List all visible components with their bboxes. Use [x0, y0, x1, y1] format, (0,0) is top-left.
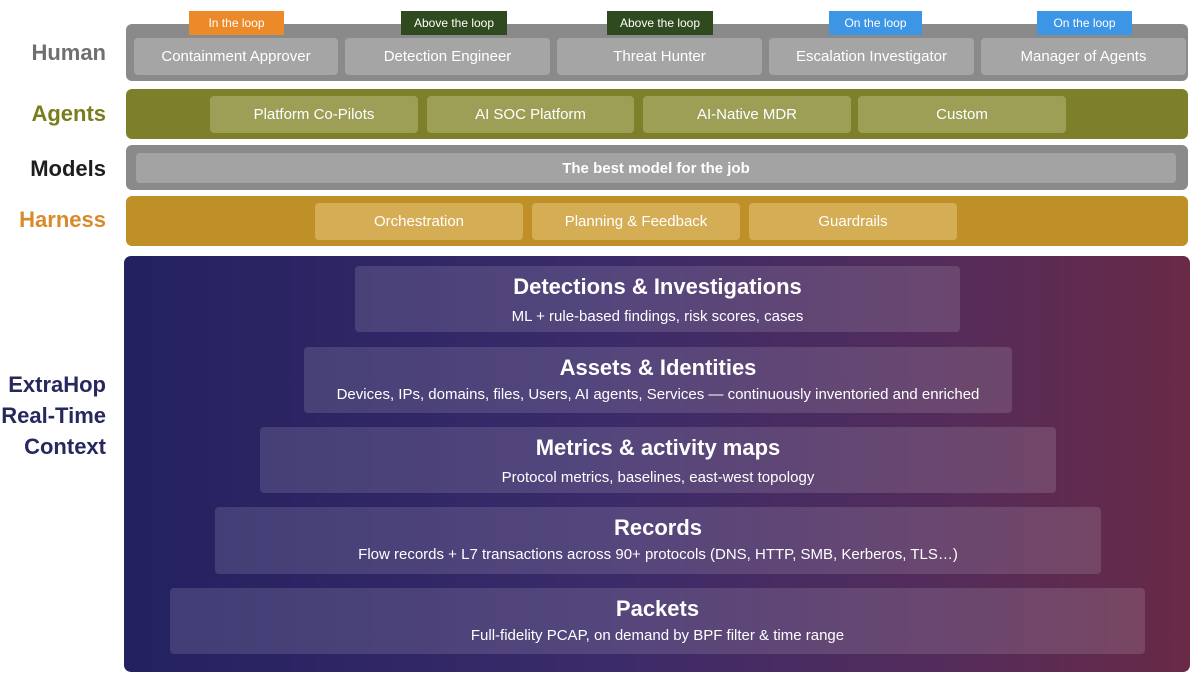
layer-subtitle: Devices, IPs, domains, files, Users, AI …	[336, 386, 980, 403]
context-layer-detections: Detections & Investigations ML + rule-ba…	[355, 266, 960, 332]
loop-tag: On the loop	[1037, 11, 1132, 35]
context-layer-metrics: Metrics & activity maps Protocol metrics…	[260, 427, 1056, 493]
human-role-chip: Escalation Investigator	[769, 38, 974, 75]
layer-title: Records	[613, 515, 703, 540]
agent-chip: Custom	[858, 96, 1066, 133]
context-row-label: ExtraHop Real-Time Context	[0, 369, 106, 462]
context-layer-records: Records Flow records + L7 transactions a…	[215, 507, 1101, 574]
loop-tag: In the loop	[189, 11, 284, 35]
layer-title: Assets & Identities	[559, 355, 757, 380]
agent-chip: AI SOC Platform	[427, 96, 634, 133]
layer-title: Metrics & activity maps	[535, 435, 781, 460]
agents-row-label: Agents	[31, 101, 106, 126]
context-label-line: ExtraHop	[8, 372, 106, 397]
human-role-chip: Threat Hunter	[557, 38, 762, 75]
context-layer-assets: Assets & Identities Devices, IPs, domain…	[304, 347, 1012, 413]
layer-title: Detections & Investigations	[513, 274, 802, 299]
human-role-chip: Containment Approver	[134, 38, 338, 75]
layer-subtitle: ML + rule-based findings, risk scores, c…	[511, 308, 804, 325]
human-row-label: Human	[31, 40, 106, 65]
harness-chip: Orchestration	[315, 203, 523, 240]
harness-chip: Planning & Feedback	[532, 203, 740, 240]
models-bar: The best model for the job	[136, 153, 1176, 183]
layer-title: Packets	[615, 596, 700, 621]
agent-chip: AI-Native MDR	[643, 96, 851, 133]
layer-subtitle: Protocol metrics, baselines, east-west t…	[501, 469, 815, 486]
loop-tag: Above the loop	[607, 11, 713, 35]
models-row-label: Models	[30, 156, 106, 181]
loop-tag: Above the loop	[401, 11, 507, 35]
loop-tag: On the loop	[829, 11, 922, 35]
agent-chip: Platform Co-Pilots	[210, 96, 418, 133]
layer-subtitle: Flow records + L7 transactions across 90…	[358, 546, 958, 563]
human-role-chip: Detection Engineer	[345, 38, 550, 75]
harness-chip: Guardrails	[749, 203, 957, 240]
context-label-line: Real-Time	[1, 403, 106, 428]
layer-subtitle: Full-fidelity PCAP, on demand by BPF fil…	[470, 627, 845, 644]
context-label-line: Context	[24, 434, 106, 459]
context-layer-packets: Packets Full-fidelity PCAP, on demand by…	[170, 588, 1145, 654]
harness-row-label: Harness	[19, 207, 106, 232]
human-role-chip: Manager of Agents	[981, 38, 1186, 75]
